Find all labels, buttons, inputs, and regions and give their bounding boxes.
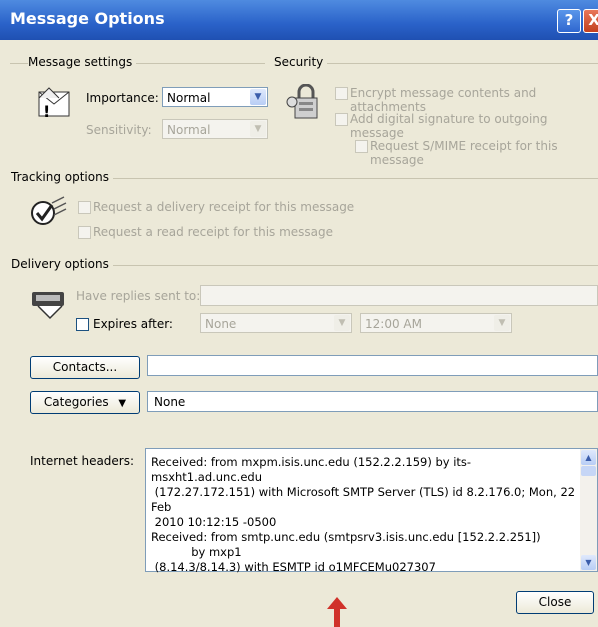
importance-value: Normal	[167, 91, 211, 105]
importance-label: Importance:	[86, 91, 159, 105]
chevron-down-icon: ▼	[334, 315, 350, 331]
internet-headers-label: Internet headers:	[30, 454, 135, 468]
scroll-up-icon[interactable]: ▲	[581, 450, 596, 465]
divider	[112, 178, 598, 179]
delivery-envelope-icon	[32, 292, 64, 320]
caret-down-icon: ▼	[118, 398, 127, 409]
expires-label: Expires after:	[93, 317, 173, 331]
replies-input[interactable]	[200, 285, 598, 306]
expires-time-value: 12:00 AM	[365, 317, 422, 331]
categories-value: None	[154, 395, 186, 409]
divider	[112, 265, 598, 266]
help-button[interactable]: ?	[557, 9, 581, 33]
replies-label: Have replies sent to:	[76, 289, 201, 303]
close-button[interactable]: Close	[516, 591, 594, 614]
svg-text:!: !	[43, 102, 50, 120]
title-bar[interactable]: Message Options ? X	[0, 0, 598, 40]
importance-select[interactable]: Normal ▼	[162, 87, 268, 107]
expires-date-select[interactable]: None ▼	[200, 313, 352, 333]
sensitivity-label: Sensitivity:	[86, 123, 152, 137]
sensitivity-select[interactable]: Normal ▼	[162, 119, 268, 139]
lock-key-icon	[286, 84, 318, 119]
scroll-thumb[interactable]	[581, 466, 596, 476]
contacts-button[interactable]: Contacts...	[30, 356, 140, 379]
window-close-button[interactable]: X	[583, 9, 598, 33]
message-settings-heading: Message settings	[28, 55, 137, 69]
headers-scrollbar[interactable]: ▲ ▼	[580, 449, 597, 571]
security-heading: Security	[274, 55, 328, 69]
internet-headers-textbox[interactable]: Received: from mxpm.isis.unc.edu (152.2.…	[145, 448, 598, 574]
signature-label: Add digital signature to outgoing messag…	[350, 112, 548, 140]
encrypt-label: Encrypt message contents and attachments	[350, 86, 537, 114]
delivery-receipt-label: Request a delivery receipt for this mess…	[93, 200, 355, 214]
envelope-importance-icon: !	[38, 87, 70, 120]
chevron-down-icon: ▼	[250, 89, 266, 105]
sensitivity-value: Normal	[167, 123, 211, 137]
chevron-down-icon: ▼	[250, 121, 266, 137]
scroll-down-icon[interactable]: ▼	[581, 555, 596, 570]
internet-headers-text: Received: from mxpm.isis.unc.edu (152.2.…	[151, 455, 576, 574]
contacts-input[interactable]	[147, 355, 598, 376]
red-arrow-annotation-icon	[327, 597, 347, 627]
smime-label: Request S/MIME receipt for this message	[370, 139, 558, 167]
categories-input[interactable]: None	[147, 391, 598, 412]
delivery-receipt-checkbox[interactable]	[78, 201, 91, 214]
encrypt-checkbox[interactable]	[335, 87, 348, 100]
window-title: Message Options	[10, 9, 165, 28]
smime-checkbox[interactable]	[355, 140, 368, 153]
signature-checkbox[interactable]	[335, 113, 348, 126]
expires-checkbox[interactable]	[76, 318, 89, 331]
read-receipt-label: Request a read receipt for this message	[93, 225, 334, 239]
delivery-heading: Delivery options	[11, 257, 113, 271]
read-receipt-checkbox[interactable]	[78, 226, 91, 239]
tracking-heading: Tracking options	[11, 170, 113, 184]
checkmark-stamp-icon	[31, 196, 67, 225]
chevron-down-icon: ▼	[494, 315, 510, 331]
categories-button[interactable]: Categories ▼	[30, 391, 140, 414]
expires-date-value: None	[205, 317, 237, 331]
message-options-dialog: Message Options ? X Message settings ! I…	[0, 0, 598, 627]
expires-time-select[interactable]: 12:00 AM ▼	[360, 313, 512, 333]
categories-label: Categories	[43, 395, 109, 409]
